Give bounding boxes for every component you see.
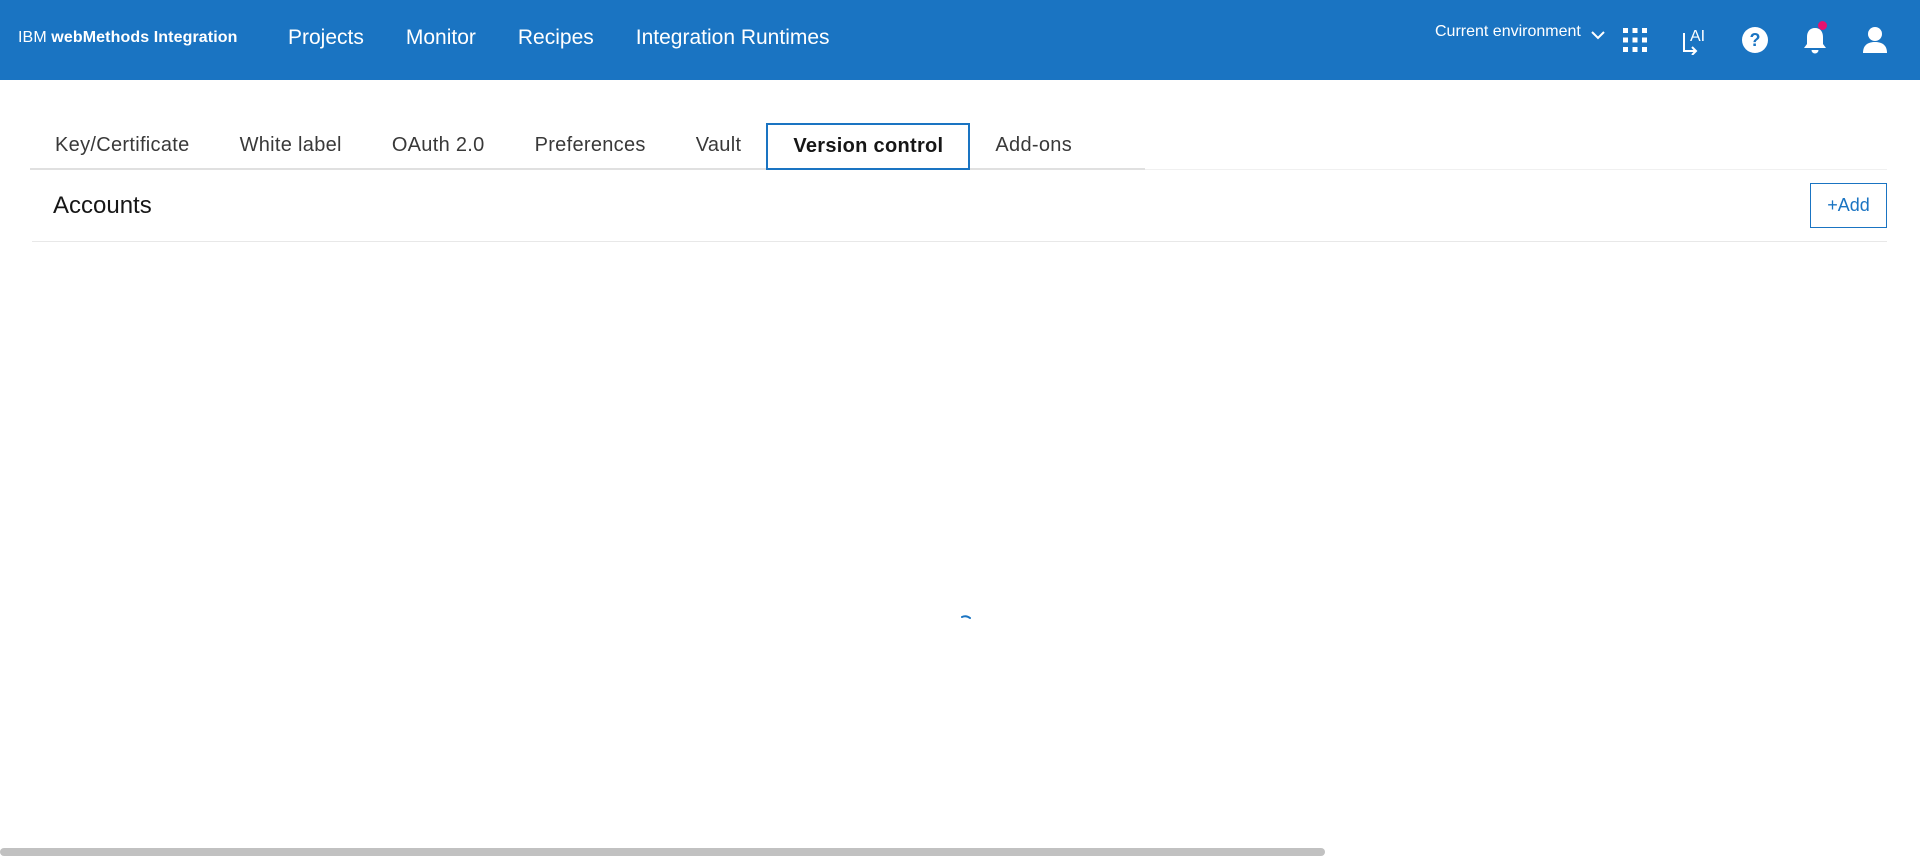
main-nav: Projects Monitor Recipes Integration Run… [288, 26, 872, 50]
top-header: IBM webMethods Integration Projects Moni… [0, 0, 1920, 80]
tab-oauth[interactable]: OAuth 2.0 [367, 123, 510, 168]
tab-add-ons[interactable]: Add-ons [970, 123, 1097, 168]
nav-recipes[interactable]: Recipes [518, 26, 594, 50]
user-icon[interactable] [1853, 18, 1897, 62]
accounts-title: Accounts [53, 192, 152, 219]
settings-tabs: Key/Certificate White label OAuth 2.0 Pr… [30, 123, 1145, 170]
app-switcher-icon[interactable] [1613, 18, 1657, 62]
add-account-button[interactable]: +Add [1810, 183, 1887, 228]
loading-spinner-icon [961, 610, 971, 620]
svg-text:?: ? [1750, 30, 1761, 50]
notification-badge [1818, 21, 1827, 30]
brand-logo[interactable]: IBM webMethods Integration [18, 29, 238, 47]
tab-key-certificate[interactable]: Key/Certificate [30, 123, 215, 168]
tab-white-label[interactable]: White label [215, 123, 367, 168]
nav-projects[interactable]: Projects [288, 26, 364, 50]
notification-icon[interactable] [1793, 18, 1837, 62]
svg-text:AI: AI [1690, 28, 1705, 45]
brand-prefix: IBM [18, 29, 47, 46]
tab-version-control[interactable]: Version control [766, 123, 971, 170]
horizontal-scrollbar-thumb[interactable] [0, 848, 1325, 856]
nav-integration-runtimes[interactable]: Integration Runtimes [636, 26, 830, 50]
nav-monitor[interactable]: Monitor [406, 26, 476, 50]
environment-label: Current environment [1435, 23, 1581, 40]
brand-product: webMethods Integration [51, 29, 238, 46]
tab-preferences[interactable]: Preferences [510, 123, 671, 168]
accounts-header: Accounts +Add [32, 170, 1887, 242]
help-icon[interactable]: ? [1733, 18, 1777, 62]
chevron-down-icon [1591, 27, 1605, 45]
environment-selector[interactable]: Current environment [1435, 19, 1605, 45]
tab-vault[interactable]: Vault [671, 123, 767, 168]
ai-assistant-icon[interactable]: AI [1673, 18, 1717, 62]
